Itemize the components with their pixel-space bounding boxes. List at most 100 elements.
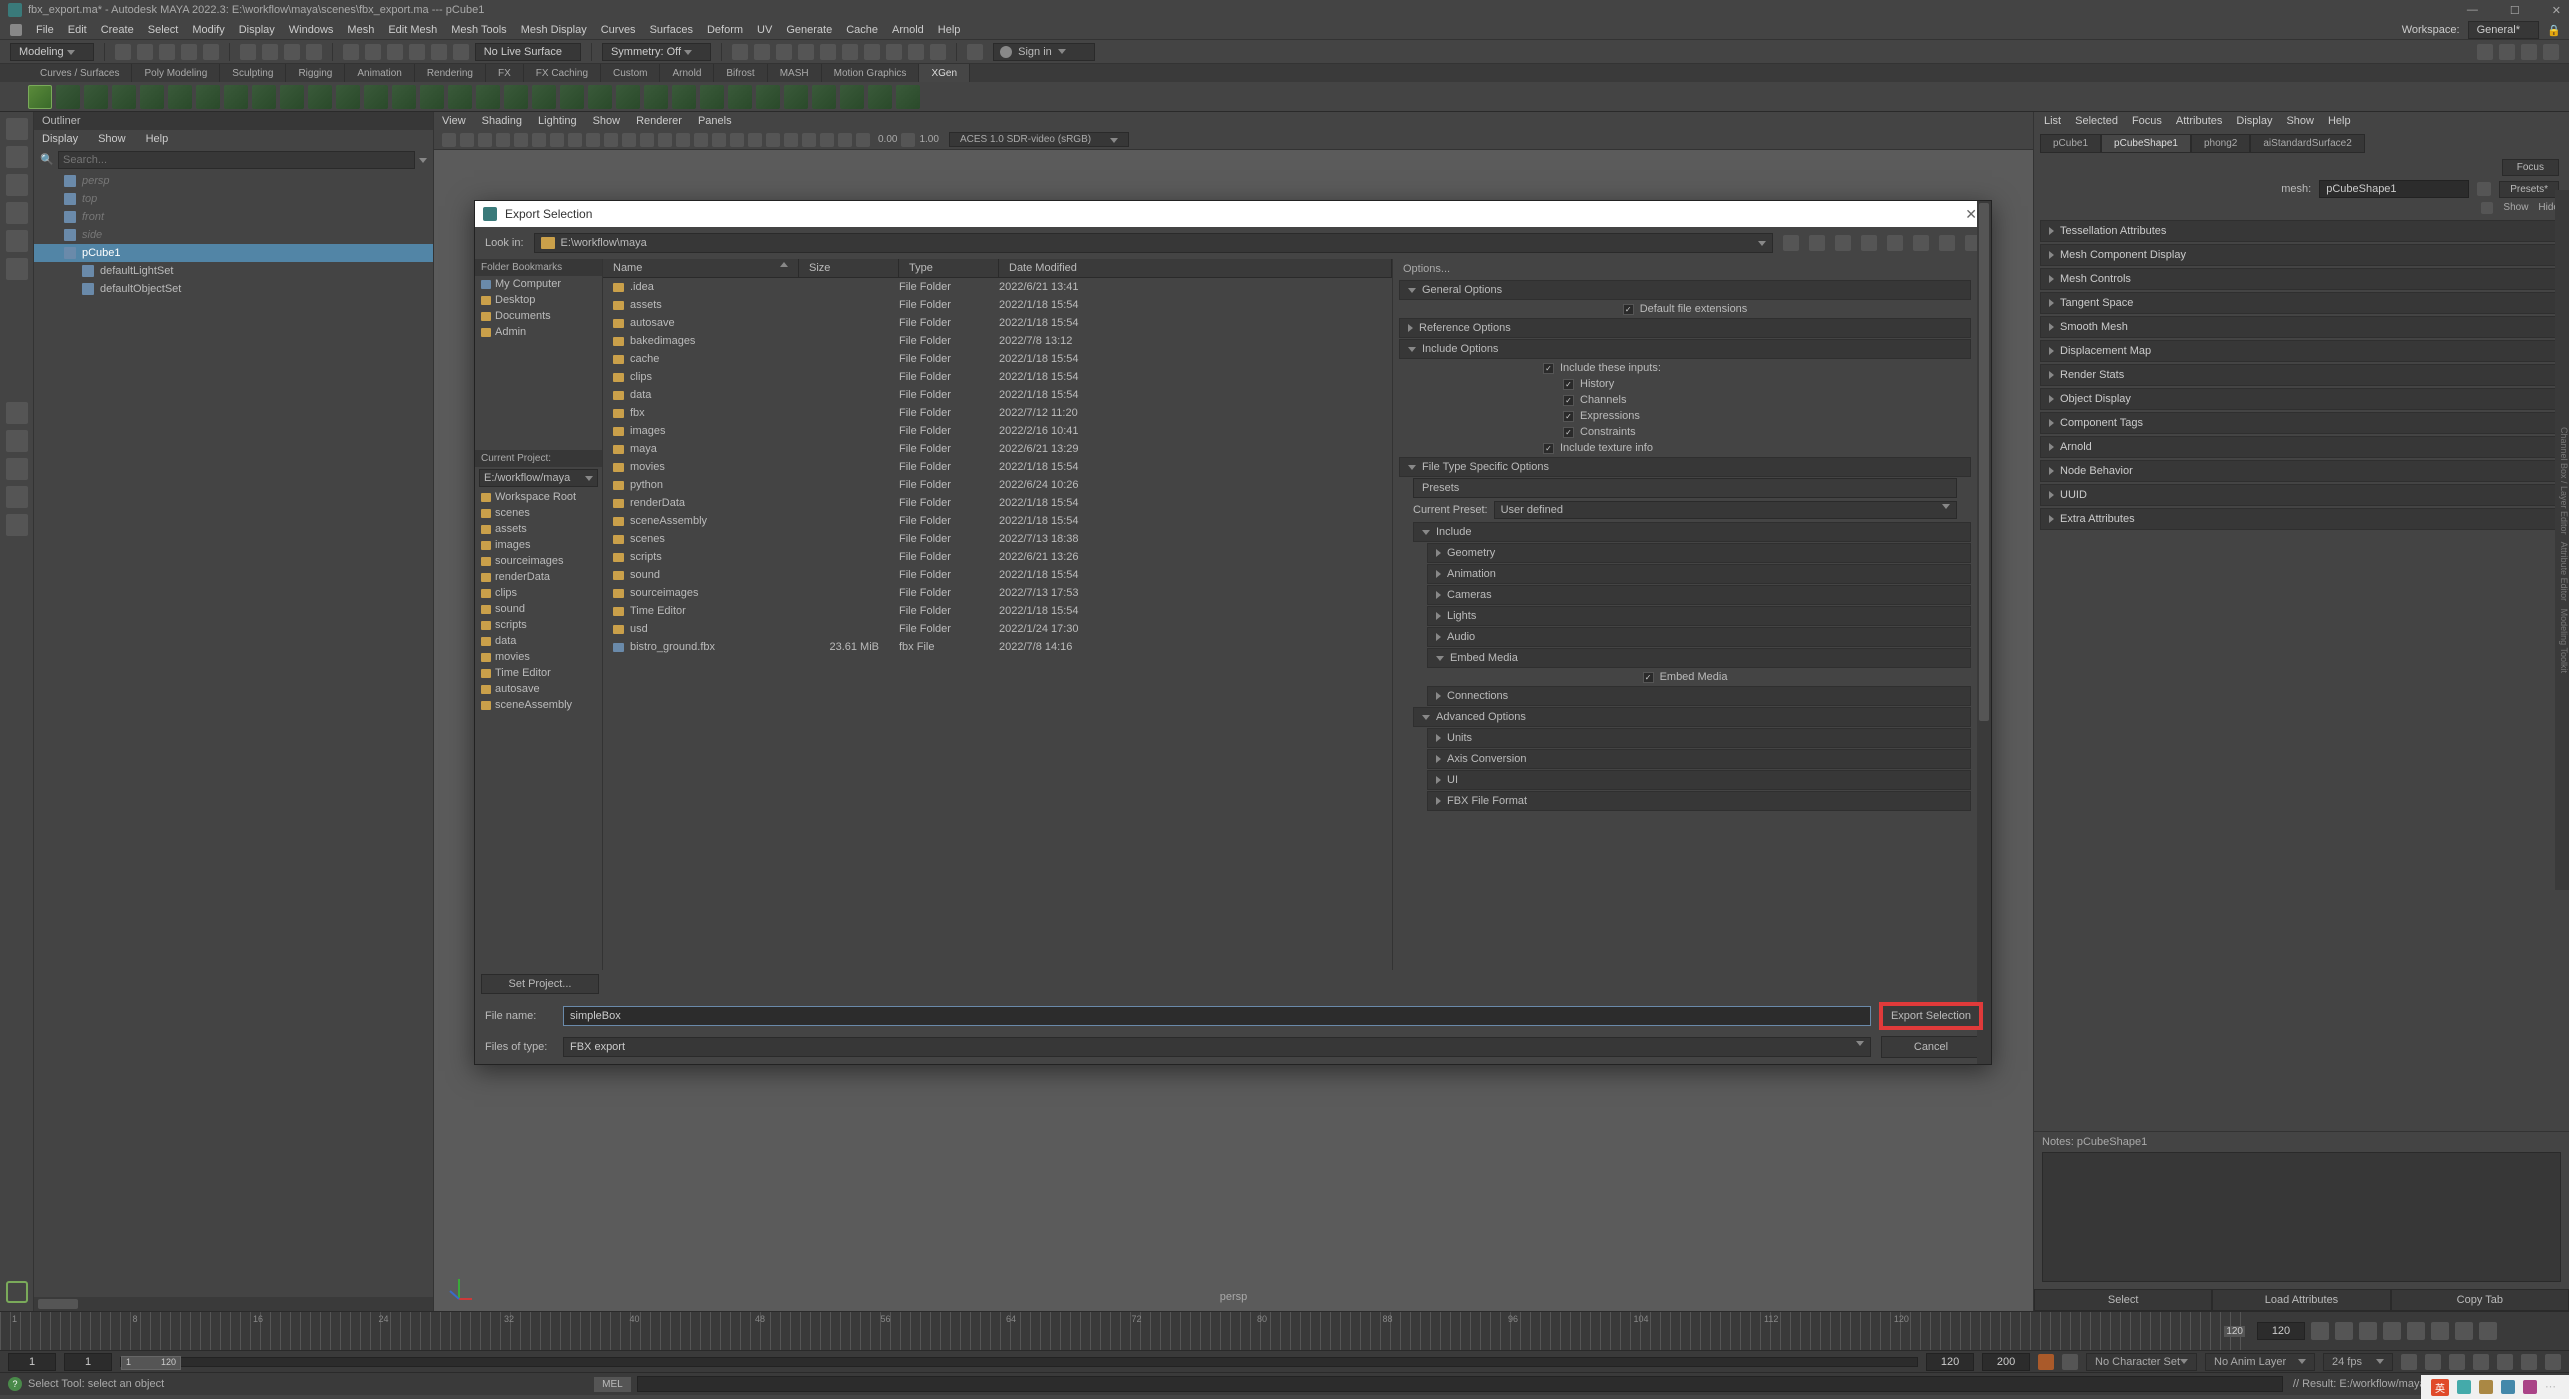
project-folder-item[interactable]: renderData [475,569,602,585]
ae-section[interactable]: Arnold [2040,436,2563,458]
shelf-xgen-icon-12[interactable] [336,85,360,109]
menu-curves[interactable]: Curves [601,24,636,36]
menu-file[interactable]: File [36,24,54,36]
file-row[interactable]: bakedimagesFile Folder2022/7/8 13:12 [603,332,1392,350]
shelf-xgen-icon-23[interactable] [644,85,668,109]
ae-node-io-icon[interactable] [2477,182,2491,196]
curproj-dropdown[interactable]: E:/workflow/maya [479,469,598,487]
menu-display[interactable]: Display [239,24,275,36]
lasso-tool-icon[interactable] [6,146,28,168]
sec-ui[interactable]: UI [1427,770,1971,790]
vp-tool-icon[interactable] [676,133,690,147]
ae-section[interactable]: Displacement Map [2040,340,2563,362]
shelf-xgen-icon-27[interactable] [756,85,780,109]
step-forward-key-icon[interactable] [2455,1322,2473,1340]
project-folder-item[interactable]: data [475,633,602,649]
file-row[interactable]: imagesFile Folder2022/2/16 10:41 [603,422,1392,440]
render-icon[interactable] [886,44,902,60]
pause-icon[interactable] [930,44,946,60]
chk-constraints[interactable]: ✓Constraints [1393,424,1977,440]
sec-lights[interactable]: Lights [1427,606,1971,626]
help-icon[interactable]: ? [8,1377,22,1391]
sec-filetype-specific[interactable]: File Type Specific Options [1399,457,1971,477]
shelf-tab-custom[interactable]: Custom [601,64,660,82]
menu-edit-mesh[interactable]: Edit Mesh [388,24,437,36]
vp-tool-icon[interactable] [901,133,915,147]
vp-tool-icon[interactable] [496,133,510,147]
vp-tool-icon[interactable] [856,133,870,147]
col-type[interactable]: Type [899,259,999,277]
outliner-search-dropdown-icon[interactable] [419,158,427,163]
layout-custom-icon[interactable] [6,514,28,536]
outliner-item[interactable]: top [34,190,433,208]
col-size[interactable]: Size [799,259,899,277]
chk-include-inputs[interactable]: ✓Include these inputs: [1393,360,1977,376]
vp-tool-icon[interactable] [586,133,600,147]
step-back-icon[interactable] [2359,1322,2377,1340]
bookmark-item[interactable]: Desktop [475,292,602,308]
save-scene-icon[interactable] [159,44,175,60]
vp-tool-icon[interactable] [604,133,618,147]
pref-icon-2[interactable] [2425,1354,2441,1370]
ae-mesh-name-input[interactable] [2319,180,2469,198]
tray-icon[interactable] [2501,1380,2515,1394]
lock-icon[interactable]: 🔒 [2547,24,2559,36]
project-folder-item[interactable]: Workspace Root [475,489,602,505]
filename-input[interactable] [563,1006,1871,1026]
vp-tool-icon[interactable] [784,133,798,147]
live-surface-dropdown[interactable]: No Live Surface [475,43,581,61]
paint-tool-icon[interactable] [6,174,28,196]
ae-section[interactable]: Node Behavior [2040,460,2563,482]
nav-back-icon[interactable] [1783,235,1799,251]
sec-advanced[interactable]: Advanced Options [1413,707,1971,727]
snap-grid-icon[interactable] [343,44,359,60]
project-folder-item[interactable]: images [475,537,602,553]
file-row[interactable]: sceneAssemblyFile Folder2022/1/18 15:54 [603,512,1392,530]
file-row[interactable]: .ideaFile Folder2022/6/21 13:41 [603,278,1392,296]
chk-channels[interactable]: ✓Channels [1393,392,1977,408]
ae-menu-focus[interactable]: Focus [2132,115,2162,127]
play-end-icon[interactable] [2479,1322,2497,1340]
ae-tab-pcube1[interactable]: pCube1 [2040,134,2101,153]
sec-include[interactable]: Include [1413,522,1971,542]
lookin-path-dropdown[interactable]: E:\workflow\maya [534,233,1773,253]
shelf-xgen-icon-6[interactable] [168,85,192,109]
shelf-xgen-icon-13[interactable] [364,85,388,109]
tray-icon[interactable] [2479,1380,2493,1394]
menu-mesh-tools[interactable]: Mesh Tools [451,24,506,36]
menu-mesh-display[interactable]: Mesh Display [521,24,587,36]
fps-dropdown[interactable]: 24 fps [2323,1353,2393,1371]
file-row[interactable]: moviesFile Folder2022/1/18 15:54 [603,458,1392,476]
render-settings-icon[interactable] [908,44,924,60]
shelf-xgen-icon-7[interactable] [196,85,220,109]
ae-menu-attributes[interactable]: Attributes [2176,115,2222,127]
shelf-xgen-icon-11[interactable] [308,85,332,109]
range-end-inner-input[interactable] [1926,1353,1974,1371]
shelf-xgen-icon-10[interactable] [280,85,304,109]
file-row[interactable]: Time EditorFile Folder2022/1/18 15:54 [603,602,1392,620]
vp-tool-icon[interactable] [748,133,762,147]
ae-section[interactable]: Object Display [2040,388,2563,410]
vp-menu-renderer[interactable]: Renderer [636,115,682,127]
set-project-button[interactable]: Set Project... [481,974,599,994]
minimize-button[interactable]: — [2467,4,2478,17]
shelf-tab-motiongraphics[interactable]: Motion Graphics [822,64,920,82]
play-forward-icon[interactable] [2407,1322,2425,1340]
bookmark-item[interactable]: Documents [475,308,602,324]
vp-tool-icon[interactable] [568,133,582,147]
layout-single-icon[interactable] [6,402,28,424]
ae-notes-textarea[interactable] [2042,1152,2561,1282]
outliner-item[interactable]: front [34,208,433,226]
bookmark-item[interactable]: Admin [475,324,602,340]
play-back-icon[interactable] [2383,1322,2401,1340]
filetype-dropdown[interactable]: FBX export [563,1037,1871,1057]
shelf-tab-mash[interactable]: MASH [768,64,822,82]
snap-curve-icon[interactable] [365,44,381,60]
search-tool-icon[interactable] [6,1281,28,1303]
project-folder-item[interactable]: assets [475,521,602,537]
menu-set-dropdown[interactable]: Modeling [10,43,94,61]
ae-select-button[interactable]: Select [2034,1289,2212,1311]
anim-layer-dropdown[interactable]: No Anim Layer [2205,1353,2315,1371]
file-row[interactable]: pythonFile Folder2022/6/24 10:26 [603,476,1392,494]
cg-icon-5[interactable] [820,44,836,60]
